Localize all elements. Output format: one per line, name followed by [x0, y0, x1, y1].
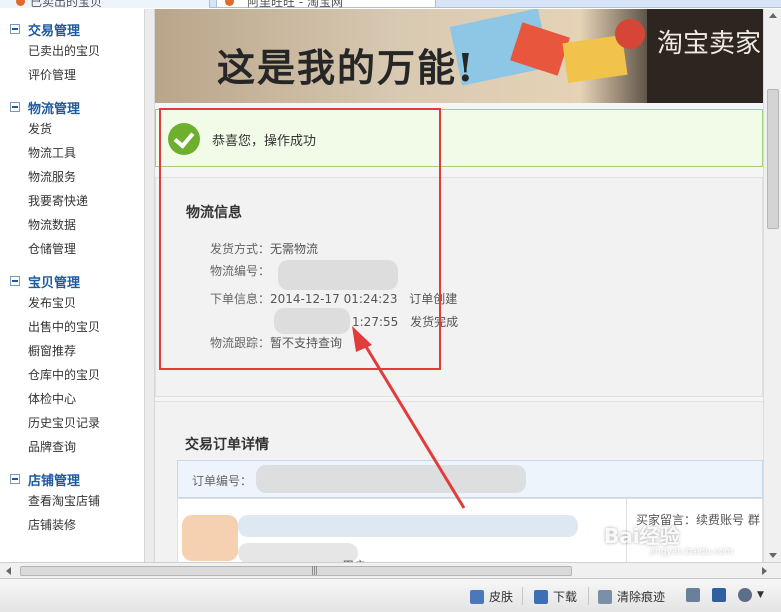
blurred-item-meta: [238, 543, 358, 562]
scroll-right-icon[interactable]: [762, 567, 767, 575]
clear-traces-button[interactable]: 清除痕迹: [598, 588, 665, 605]
horizontal-scroll-thumb[interactable]: |||: [20, 566, 572, 576]
blurred-item-thumbnail: [182, 515, 238, 561]
zoom-button[interactable]: ▼: [738, 588, 764, 602]
sidebar-item-reviews[interactable]: 评价管理: [0, 63, 144, 87]
scroll-left-icon[interactable]: [6, 567, 11, 575]
grip-icon: |||: [311, 566, 318, 576]
seller-sidebar: 交易管理 已卖出的宝贝 评价管理 物流管理 发货 物流工具 物流服务 我要寄快递…: [0, 9, 145, 562]
vertical-scrollbar[interactable]: [763, 9, 781, 562]
sidebar-item-warehouse[interactable]: 仓储管理: [0, 237, 144, 261]
promo-banner[interactable]: 这是我的万能! 淘宝卖家: [155, 9, 763, 103]
annotation-highlight-box: [159, 108, 441, 370]
watermark: Bai经验 jingyan.baidu.com: [604, 524, 734, 557]
scroll-up-icon[interactable]: [769, 13, 777, 18]
sidebar-item-send-express[interactable]: 我要寄快递: [0, 189, 144, 213]
taobao-tab-icon: [16, 0, 25, 6]
status-divider: [522, 587, 523, 605]
sidebar-group-title[interactable]: 交易管理: [0, 19, 144, 39]
sidebar-item-publish[interactable]: 发布宝贝: [0, 291, 144, 315]
collapse-icon[interactable]: [10, 102, 20, 112]
sidebar-group-title[interactable]: 宝贝管理: [0, 271, 144, 291]
banner-graphic: [615, 19, 645, 49]
banner-slogan: 这是我的万能!: [217, 45, 476, 90]
browser-status-bar: 皮肤 下载 清除痕迹 ▼: [0, 578, 781, 612]
sidebar-item-logistics-tools[interactable]: 物流工具: [0, 141, 144, 165]
order-detail-title: 交易订单详情: [185, 437, 269, 453]
browser-tab-strip: 已卖出的宝贝 阿里旺旺 - 淘宝网: [0, 0, 781, 9]
order-header-row: 订单编号：: [177, 460, 763, 498]
sidebar-item-checkup[interactable]: 体检中心: [0, 387, 144, 411]
sidebar-group-title[interactable]: 物流管理: [0, 97, 144, 117]
tab-wangwang[interactable]: 阿里旺旺 - 淘宝网: [216, 0, 436, 9]
sidebar-item-logistics-service[interactable]: 物流服务: [0, 165, 144, 189]
sidebar-splitter[interactable]: [145, 9, 155, 562]
scroll-down-icon[interactable]: [769, 553, 777, 558]
sidebar-item-logistics-data[interactable]: 物流数据: [0, 213, 144, 237]
download-icon: [534, 589, 548, 604]
blurred-order-number: [256, 465, 526, 493]
speaker-icon: [686, 588, 700, 602]
sidebar-item-in-stock[interactable]: 仓库中的宝贝: [0, 363, 144, 387]
broom-icon: [598, 589, 612, 604]
sidebar-group-title[interactable]: 店铺管理: [0, 469, 144, 489]
collapse-icon[interactable]: [10, 276, 20, 286]
shirt-icon: [470, 589, 484, 604]
sidebar-item-showcase[interactable]: 橱窗推荐: [0, 339, 144, 363]
banner-right-text: 淘宝卖家: [657, 29, 762, 59]
skin-button[interactable]: 皮肤: [470, 588, 513, 605]
sidebar-item-history[interactable]: 历史宝贝记录: [0, 411, 144, 435]
tools-button[interactable]: [712, 588, 731, 602]
tab-sold-items[interactable]: 已卖出的宝贝: [0, 0, 210, 9]
taobao-tab-icon: [225, 0, 234, 6]
vertical-scroll-thumb[interactable]: [767, 89, 779, 229]
collapse-icon[interactable]: [10, 24, 20, 34]
sidebar-group-items: 宝贝管理 发布宝贝 出售中的宝贝 橱窗推荐 仓库中的宝贝 体检中心 历史宝贝记录…: [0, 271, 144, 459]
collapse-icon[interactable]: [10, 474, 20, 484]
sidebar-item-on-sale[interactable]: 出售中的宝贝: [0, 315, 144, 339]
magnifier-icon: [738, 588, 752, 602]
sidebar-item-brand-query[interactable]: 品牌查询: [0, 435, 144, 459]
blurred-item-title: [238, 515, 578, 537]
sidebar-group-trade: 交易管理 已卖出的宝贝 评价管理: [0, 19, 144, 87]
sidebar-group-logistics: 物流管理 发货 物流工具 物流服务 我要寄快递 物流数据 仓储管理: [0, 97, 144, 261]
chevron-down-icon[interactable]: ▼: [757, 590, 764, 600]
toolbox-icon: [712, 588, 726, 602]
sidebar-group-shop: 店铺管理 查看淘宝店铺 店铺装修: [0, 469, 144, 537]
sidebar-item-view-shop[interactable]: 查看淘宝店铺: [0, 489, 144, 513]
download-button[interactable]: 下载: [534, 588, 577, 605]
horizontal-scrollbar[interactable]: |||: [0, 562, 781, 578]
sidebar-item-decorate[interactable]: 店铺装修: [0, 513, 144, 537]
volume-button[interactable]: [686, 588, 705, 602]
sidebar-item-sold-items[interactable]: 已卖出的宝贝: [0, 39, 144, 63]
status-divider: [588, 587, 589, 605]
sidebar-item-ship[interactable]: 发货: [0, 117, 144, 141]
order-no-label: 订单编号：: [192, 474, 253, 488]
